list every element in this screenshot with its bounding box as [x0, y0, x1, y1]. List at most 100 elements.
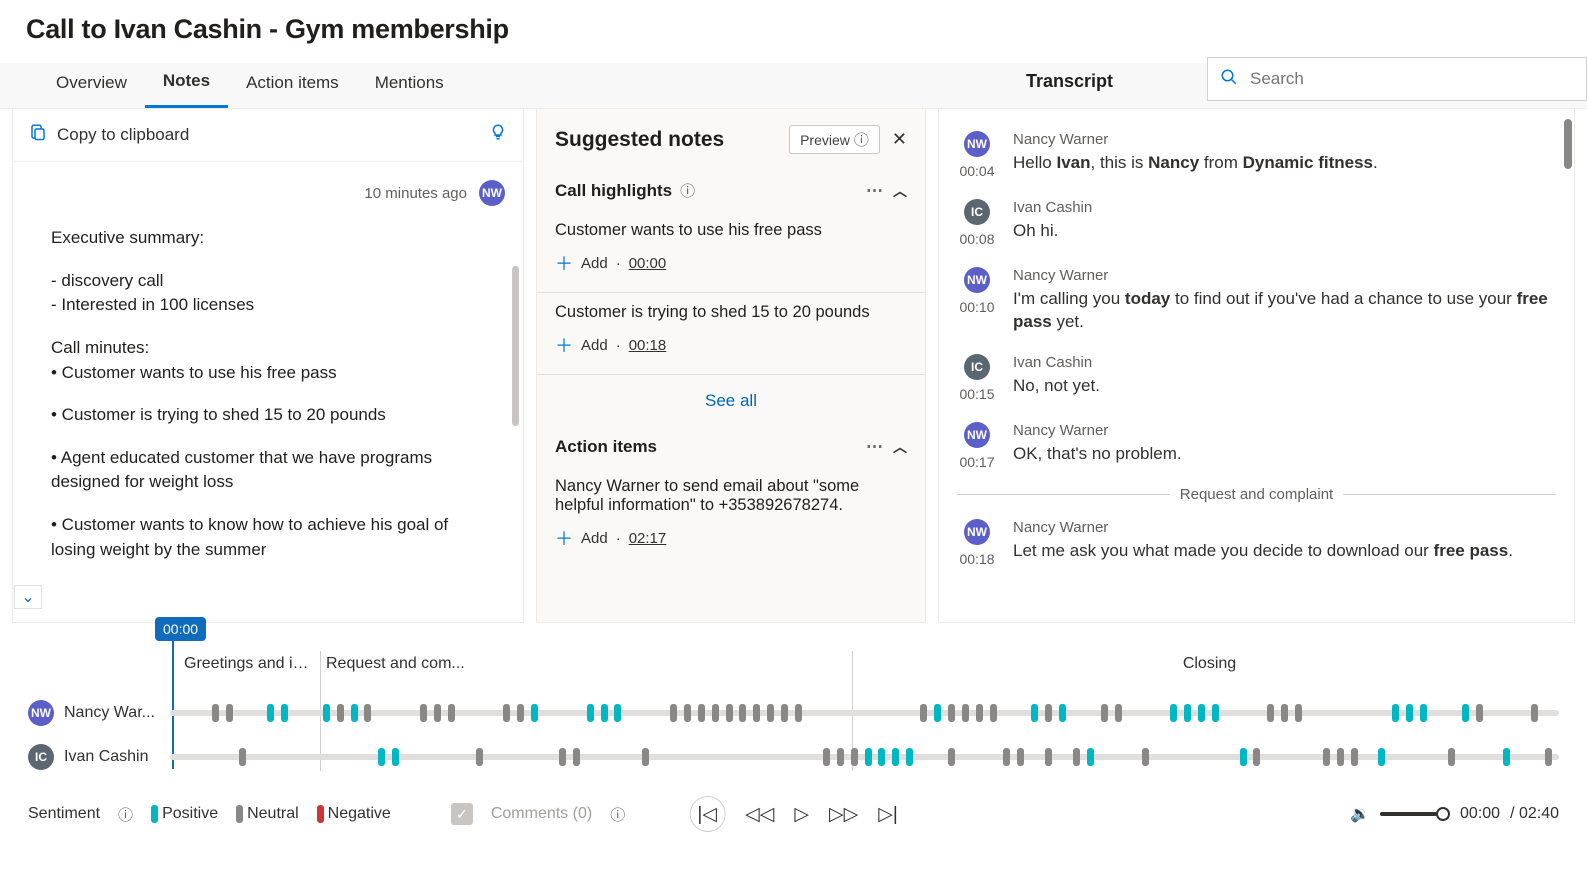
see-all-link[interactable]: See all [537, 375, 925, 427]
transcript-time[interactable]: 00:18 [959, 551, 994, 567]
sentiment-tick [726, 704, 733, 722]
volume-knob[interactable] [1436, 807, 1450, 821]
call-highlights-header[interactable]: Call highlights ⓘ ⋯ ︿ [537, 170, 925, 211]
more-icon[interactable]: ⋯ [866, 437, 885, 457]
comments-label[interactable]: Comments (0) [491, 805, 592, 823]
sentiment-tick [351, 704, 358, 722]
scrollbar[interactable] [1564, 119, 1572, 169]
search-box[interactable] [1207, 57, 1587, 101]
sentiment-tick [698, 704, 705, 722]
playhead[interactable] [172, 639, 174, 769]
sentiment-tick [753, 704, 760, 722]
transcript-time[interactable]: 00:17 [959, 454, 994, 470]
transcript-time[interactable]: 00:15 [959, 386, 994, 402]
highlight-text: Customer is trying to shed 15 to 20 poun… [555, 303, 907, 322]
segment-label: Request and com... [326, 655, 846, 673]
sentiment-tick [1003, 748, 1010, 766]
sentiment-tick [795, 704, 802, 722]
transcript-row: NW 00:10 Nancy Warner I'm calling you to… [957, 257, 1556, 344]
avatar: NW [28, 700, 54, 726]
sentiment-tick [892, 748, 899, 766]
volume-slider[interactable] [1380, 812, 1450, 816]
skip-to-end-icon[interactable]: ▷| [878, 803, 898, 826]
skip-to-start-icon[interactable]: |◁ [689, 796, 725, 832]
audio-track[interactable] [170, 710, 1559, 716]
more-icon[interactable]: ⋯ [866, 181, 885, 201]
segment-labels: Greetings and in... Request and com... C… [28, 623, 1559, 691]
info-icon[interactable]: ⓘ [118, 804, 133, 825]
sentiment-tick [364, 704, 371, 722]
timestamp-link[interactable]: 02:17 [629, 530, 667, 547]
sentiment-tick [1476, 704, 1483, 722]
audio-track[interactable] [170, 754, 1559, 760]
add-button[interactable]: Add [581, 337, 608, 354]
rewind-icon[interactable]: ◁◁ [745, 803, 774, 826]
playhead-time[interactable]: 00:00 [155, 617, 206, 641]
action-item: Nancy Warner to send email about "some h… [537, 467, 925, 567]
speaker-name: Nancy Warner [1013, 131, 1556, 148]
search-input[interactable] [1248, 68, 1574, 90]
timestamp-link[interactable]: 00:18 [629, 337, 667, 354]
sentiment-tick [1073, 748, 1080, 766]
avatar: NW [964, 267, 990, 293]
sentiment-tick [1087, 748, 1094, 766]
sentiment-tick [1031, 704, 1038, 722]
sentiment-tick [1323, 748, 1330, 766]
note-body[interactable]: Executive summary: - discovery call- Int… [13, 206, 523, 600]
copy-to-clipboard[interactable]: Copy to clipboard [13, 109, 523, 162]
current-time: 00:00 [1460, 805, 1500, 823]
suggested-notes-title: Suggested notes [555, 128, 777, 152]
comments-toggle[interactable]: ✓ [451, 803, 473, 825]
close-icon[interactable]: ✕ [892, 129, 907, 150]
sentiment-tick [1420, 704, 1427, 722]
plus-icon[interactable]: ＋ [555, 332, 573, 358]
speaker-track: IC Ivan Cashin [28, 735, 1559, 779]
sentiment-tick [323, 704, 330, 722]
transcript-panel: NW 00:04 Nancy Warner Hello Ivan, this i… [938, 109, 1575, 623]
legend-negative: Negative [317, 805, 391, 823]
sentiment-tick [976, 704, 983, 722]
transcript-time[interactable]: 00:04 [959, 163, 994, 179]
forward-icon[interactable]: ▷▷ [829, 803, 858, 826]
transcript-time[interactable]: 00:08 [959, 231, 994, 247]
scrollbar[interactable] [512, 266, 519, 426]
expand-button[interactable]: ⌄ [14, 585, 42, 609]
timestamp-link[interactable]: 00:00 [629, 255, 667, 272]
tab-overview[interactable]: Overview [38, 65, 145, 107]
transcript-scroll[interactable]: NW 00:04 Nancy Warner Hello Ivan, this i… [939, 109, 1574, 622]
sentiment-tick [781, 704, 788, 722]
sentiment-tick [1337, 748, 1344, 766]
plus-icon[interactable]: ＋ [555, 250, 573, 276]
highlight-text: Customer wants to use his free pass [555, 221, 907, 240]
sentiment-tick [1045, 704, 1052, 722]
volume-icon[interactable]: 🔉 [1350, 804, 1370, 824]
sentiment-tick [1406, 704, 1413, 722]
info-icon[interactable]: ⓘ [610, 804, 625, 825]
segment-label: Closing [860, 655, 1559, 673]
transcript-text: Let me ask you what made you decide to d… [1013, 540, 1556, 563]
chevron-up-icon[interactable]: ︿ [893, 437, 907, 457]
plus-icon[interactable]: ＋ [555, 525, 573, 551]
tab-action-items[interactable]: Action items [228, 65, 357, 107]
tab-mentions[interactable]: Mentions [357, 65, 462, 107]
speaker-name: Nancy War... [64, 704, 160, 722]
sentiment-label: Sentiment [28, 805, 100, 823]
preview-badge[interactable]: Preview ⓘ [789, 125, 880, 154]
sentiment-tick [739, 704, 746, 722]
page-title: Call to Ivan Cashin - Gym membership [0, 0, 1587, 59]
tab-notes[interactable]: Notes [145, 63, 228, 108]
add-button[interactable]: Add [581, 530, 608, 547]
sentiment-tick [948, 748, 955, 766]
action-items-header[interactable]: Action items ⋯ ︿ [537, 427, 925, 467]
sentiment-tick [503, 704, 510, 722]
lightbulb-icon[interactable] [489, 121, 507, 149]
avatar: NW [964, 422, 990, 448]
note-timestamp: 10 minutes ago [364, 185, 467, 202]
sentiment-tick [337, 704, 344, 722]
chevron-up-icon[interactable]: ︿ [893, 181, 907, 201]
play-icon[interactable]: ▷ [794, 803, 809, 826]
transcript-time[interactable]: 00:10 [959, 299, 994, 315]
sentiment-tick [1198, 704, 1205, 722]
add-button[interactable]: Add [581, 255, 608, 272]
avatar: IC [964, 199, 990, 225]
